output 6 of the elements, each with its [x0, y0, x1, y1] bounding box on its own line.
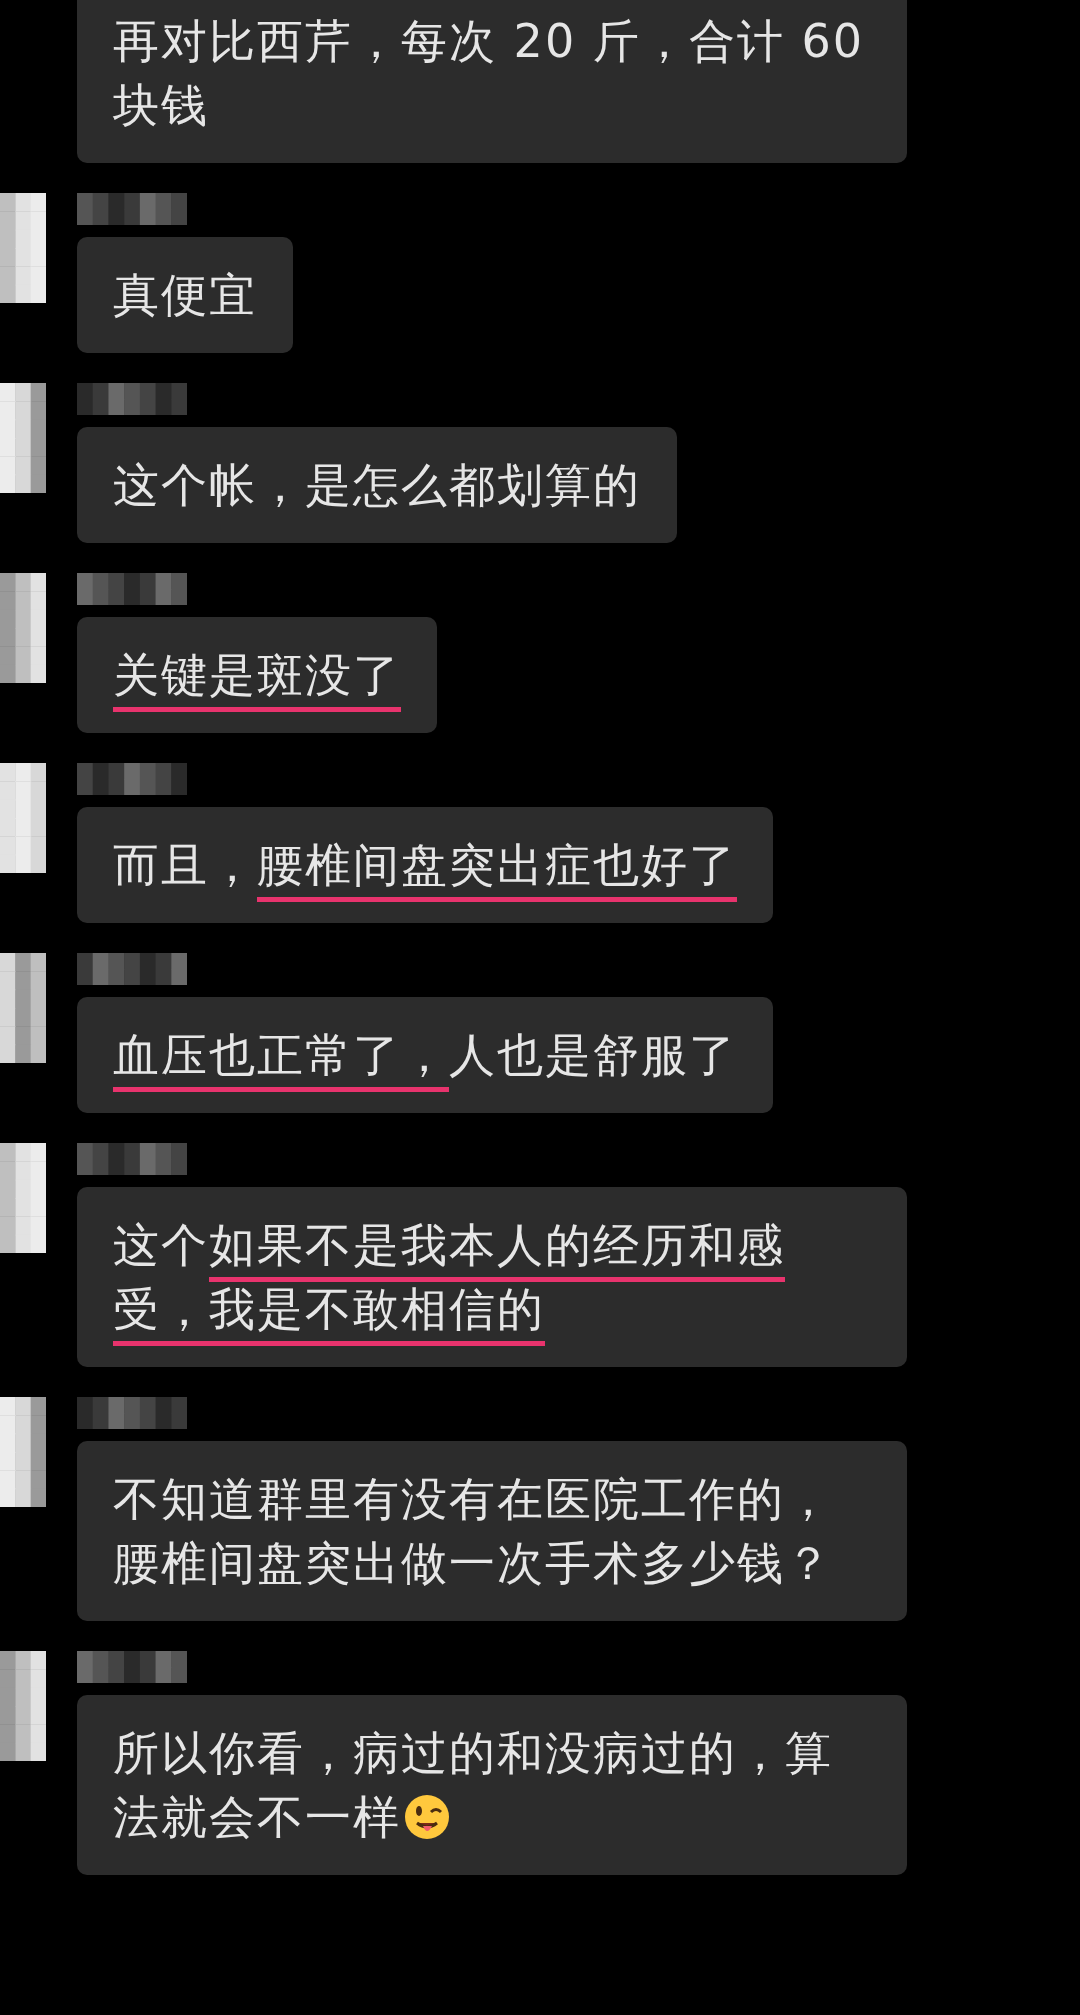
message-text: 再对比西芹，每次 20 斤，合计 60 块钱 [113, 13, 865, 134]
message-text: 不知道群里有没有在医院工作的，腰椎间盘突出做一次手术多少钱？ [113, 1471, 834, 1592]
message-text: 血压也正常了，人也是舒服了 [113, 1023, 737, 1097]
message-text: 所以你看，病过的和没病过的，算法就会不一样 [113, 1726, 833, 1846]
message-text: 真便宜 [113, 267, 257, 324]
message-text: 这个帐，是怎么都划算的 [113, 457, 641, 514]
